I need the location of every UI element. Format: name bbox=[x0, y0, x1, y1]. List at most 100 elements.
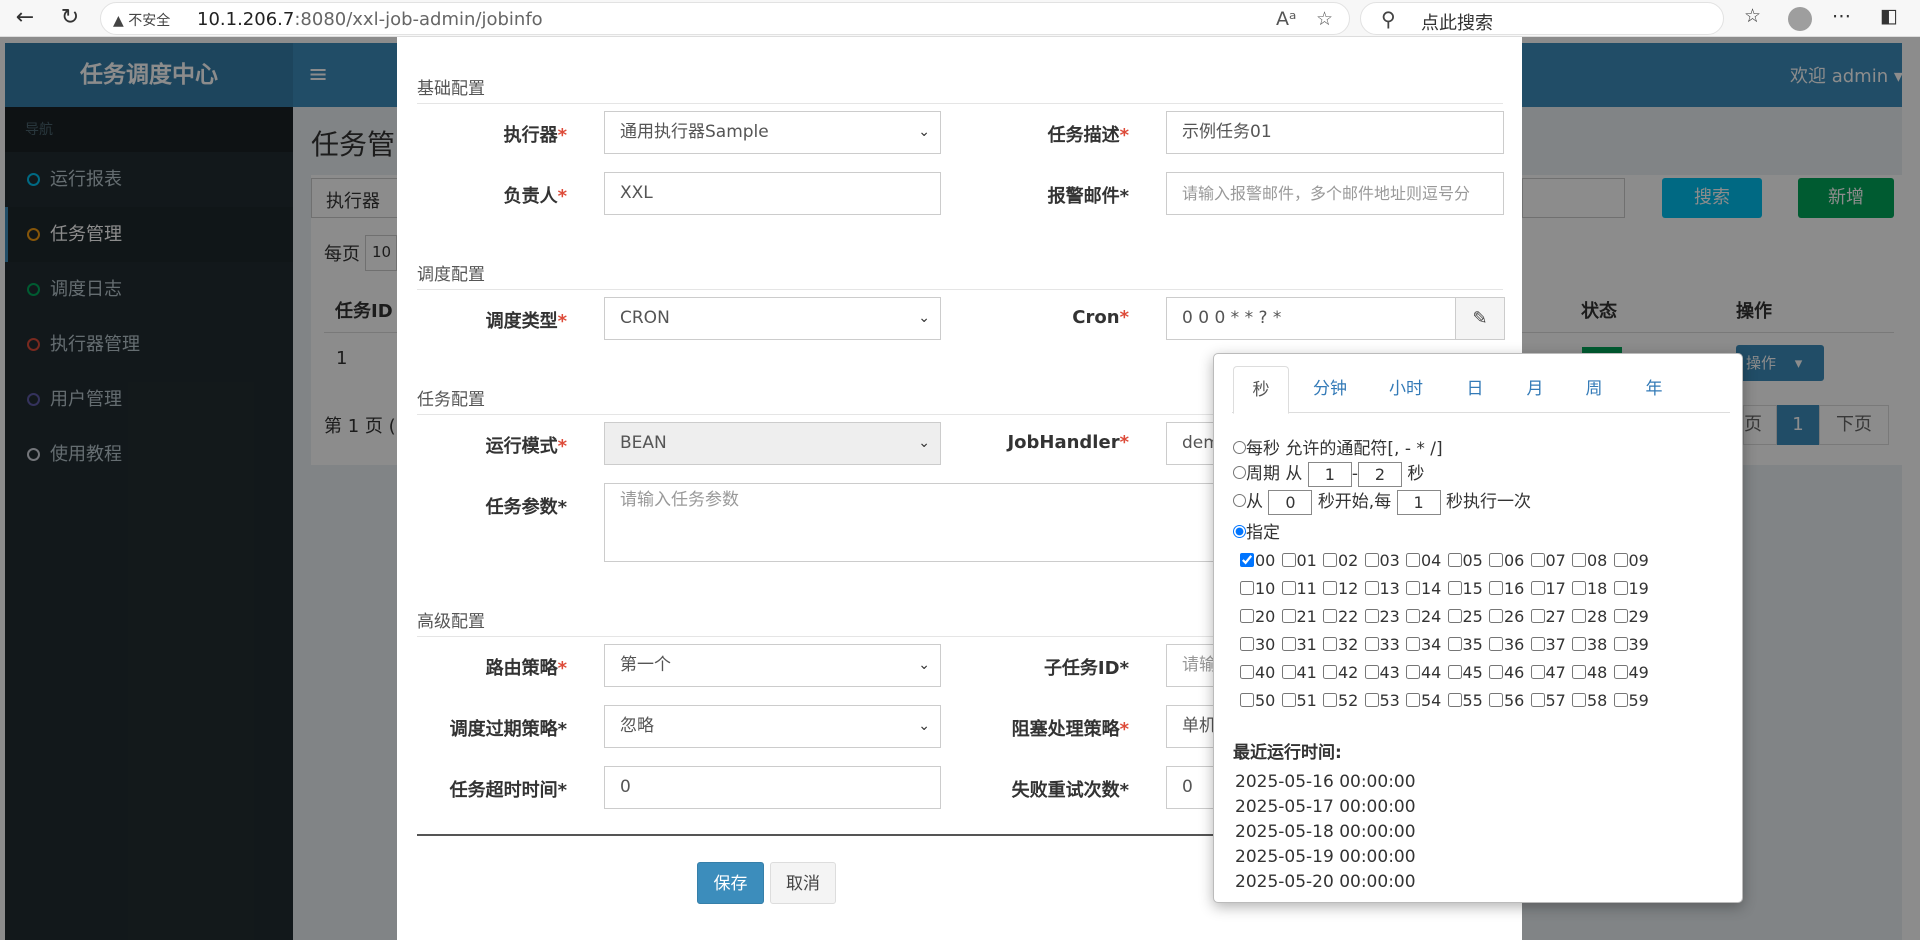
second-checkbox[interactable] bbox=[1364, 553, 1379, 567]
second-option[interactable]: 20 bbox=[1240, 607, 1282, 626]
second-option[interactable]: 28 bbox=[1572, 607, 1614, 626]
second-checkbox[interactable] bbox=[1364, 693, 1379, 707]
second-checkbox[interactable] bbox=[1364, 581, 1379, 595]
second-checkbox[interactable] bbox=[1572, 693, 1586, 707]
tab-minute[interactable]: 分钟 bbox=[1300, 366, 1360, 413]
tab-year[interactable]: 年 bbox=[1634, 366, 1674, 413]
second-checkbox[interactable] bbox=[1572, 609, 1586, 623]
back-icon[interactable]: ← bbox=[10, 4, 40, 32]
second-checkbox[interactable] bbox=[1281, 665, 1296, 679]
second-checkbox[interactable] bbox=[1240, 665, 1254, 679]
second-option[interactable]: 46 bbox=[1489, 663, 1531, 682]
second-checkbox[interactable] bbox=[1406, 609, 1420, 623]
second-option[interactable]: 48 bbox=[1572, 663, 1614, 682]
specify-radio[interactable] bbox=[1233, 525, 1246, 538]
from-start-input[interactable]: 0 bbox=[1268, 489, 1313, 515]
second-checkbox[interactable] bbox=[1364, 609, 1379, 623]
read-aloud-icon[interactable]: Aᵃ bbox=[1276, 8, 1296, 30]
second-checkbox[interactable] bbox=[1406, 637, 1420, 651]
second-checkbox[interactable] bbox=[1240, 637, 1254, 651]
second-checkbox[interactable] bbox=[1613, 637, 1628, 651]
second-checkbox[interactable] bbox=[1281, 637, 1296, 651]
second-checkbox[interactable] bbox=[1323, 609, 1337, 623]
email-input[interactable]: 请输入报警邮件，多个邮件地址则逗号分 bbox=[1166, 172, 1504, 215]
retry-input[interactable]: 0 bbox=[1166, 766, 1216, 809]
second-checkbox[interactable] bbox=[1613, 665, 1628, 679]
second-option[interactable]: 32 bbox=[1323, 635, 1365, 654]
second-checkbox[interactable] bbox=[1364, 665, 1379, 679]
second-checkbox[interactable] bbox=[1530, 693, 1545, 707]
second-checkbox[interactable] bbox=[1406, 553, 1420, 567]
second-checkbox[interactable] bbox=[1240, 609, 1254, 623]
second-option[interactable]: 38 bbox=[1572, 635, 1614, 654]
cron-input[interactable]: 0 0 0 * * ? * bbox=[1166, 297, 1456, 340]
second-checkbox[interactable] bbox=[1323, 693, 1337, 707]
second-option[interactable]: 25 bbox=[1447, 607, 1490, 626]
second-option[interactable]: 00 bbox=[1240, 551, 1282, 570]
second-option[interactable]: 56 bbox=[1489, 691, 1531, 710]
second-option[interactable]: 06 bbox=[1489, 551, 1531, 570]
option-from[interactable]: 从 0 秒开始,每 1 秒执行一次 bbox=[1233, 487, 1531, 515]
second-checkbox[interactable] bbox=[1572, 665, 1586, 679]
second-checkbox[interactable] bbox=[1613, 693, 1628, 707]
second-checkbox[interactable] bbox=[1240, 693, 1254, 707]
schedule-type-select[interactable]: CRON ⌄ bbox=[604, 297, 941, 340]
second-checkbox[interactable] bbox=[1489, 693, 1503, 707]
child-id-input[interactable]: 请输 bbox=[1166, 644, 1216, 687]
second-checkbox[interactable] bbox=[1323, 665, 1337, 679]
second-option[interactable]: 34 bbox=[1406, 635, 1448, 654]
second-checkbox[interactable] bbox=[1489, 609, 1503, 623]
route-select[interactable]: 第一个 ⌄ bbox=[604, 644, 941, 687]
tab-week[interactable]: 周 bbox=[1574, 366, 1614, 413]
second-option[interactable]: 03 bbox=[1364, 551, 1407, 570]
timeout-input[interactable]: 0 bbox=[604, 766, 941, 809]
second-checkbox[interactable] bbox=[1530, 665, 1545, 679]
security-warning[interactable]: ▲ 不安全 bbox=[113, 10, 170, 30]
second-option[interactable]: 49 bbox=[1613, 663, 1656, 682]
second-checkbox[interactable] bbox=[1447, 665, 1462, 679]
run-mode-select[interactable]: BEAN ⌄ bbox=[604, 422, 941, 465]
jobhandler-input[interactable]: dem bbox=[1166, 422, 1216, 465]
second-checkbox[interactable] bbox=[1323, 581, 1337, 595]
second-checkbox[interactable] bbox=[1406, 693, 1420, 707]
second-option[interactable]: 04 bbox=[1406, 551, 1448, 570]
second-option[interactable]: 11 bbox=[1281, 579, 1324, 598]
from-radio[interactable] bbox=[1233, 494, 1246, 507]
second-option[interactable]: 57 bbox=[1530, 691, 1573, 710]
second-option[interactable]: 12 bbox=[1323, 579, 1365, 598]
second-option[interactable]: 59 bbox=[1613, 691, 1656, 710]
second-option[interactable]: 23 bbox=[1364, 607, 1407, 626]
second-checkbox[interactable] bbox=[1572, 581, 1586, 595]
second-checkbox[interactable] bbox=[1323, 553, 1337, 567]
owner-input[interactable]: XXL bbox=[604, 172, 941, 215]
executor-select[interactable]: 通用执行器Sample ⌄ bbox=[604, 111, 941, 154]
second-checkbox[interactable] bbox=[1447, 609, 1462, 623]
second-checkbox[interactable] bbox=[1406, 581, 1420, 595]
second-option[interactable]: 02 bbox=[1323, 551, 1365, 570]
favorites-icon[interactable]: ☆ bbox=[1744, 5, 1761, 27]
second-option[interactable]: 27 bbox=[1530, 607, 1573, 626]
second-option[interactable]: 45 bbox=[1447, 663, 1490, 682]
second-checkbox[interactable] bbox=[1572, 553, 1586, 567]
second-option[interactable]: 54 bbox=[1406, 691, 1448, 710]
second-option[interactable]: 31 bbox=[1281, 635, 1324, 654]
favorite-star-icon[interactable]: ☆ bbox=[1316, 8, 1333, 30]
second-checkbox[interactable] bbox=[1489, 665, 1503, 679]
second-option[interactable]: 17 bbox=[1530, 579, 1573, 598]
second-checkbox[interactable] bbox=[1447, 637, 1462, 651]
second-option[interactable]: 33 bbox=[1364, 635, 1407, 654]
second-option[interactable]: 13 bbox=[1364, 579, 1407, 598]
second-option[interactable]: 21 bbox=[1281, 607, 1324, 626]
tab-month[interactable]: 月 bbox=[1515, 366, 1555, 413]
tab-hour[interactable]: 小时 bbox=[1378, 366, 1434, 413]
second-option[interactable]: 05 bbox=[1447, 551, 1490, 570]
second-checkbox[interactable] bbox=[1613, 553, 1628, 567]
second-checkbox[interactable] bbox=[1489, 553, 1503, 567]
second-option[interactable]: 35 bbox=[1447, 635, 1490, 654]
second-checkbox[interactable] bbox=[1613, 609, 1628, 623]
edit-icon[interactable]: ✎ bbox=[1455, 297, 1505, 340]
reload-icon[interactable]: ↻ bbox=[55, 4, 85, 32]
second-option[interactable]: 44 bbox=[1406, 663, 1448, 682]
second-option[interactable]: 51 bbox=[1281, 691, 1324, 710]
second-checkbox[interactable] bbox=[1281, 693, 1296, 707]
